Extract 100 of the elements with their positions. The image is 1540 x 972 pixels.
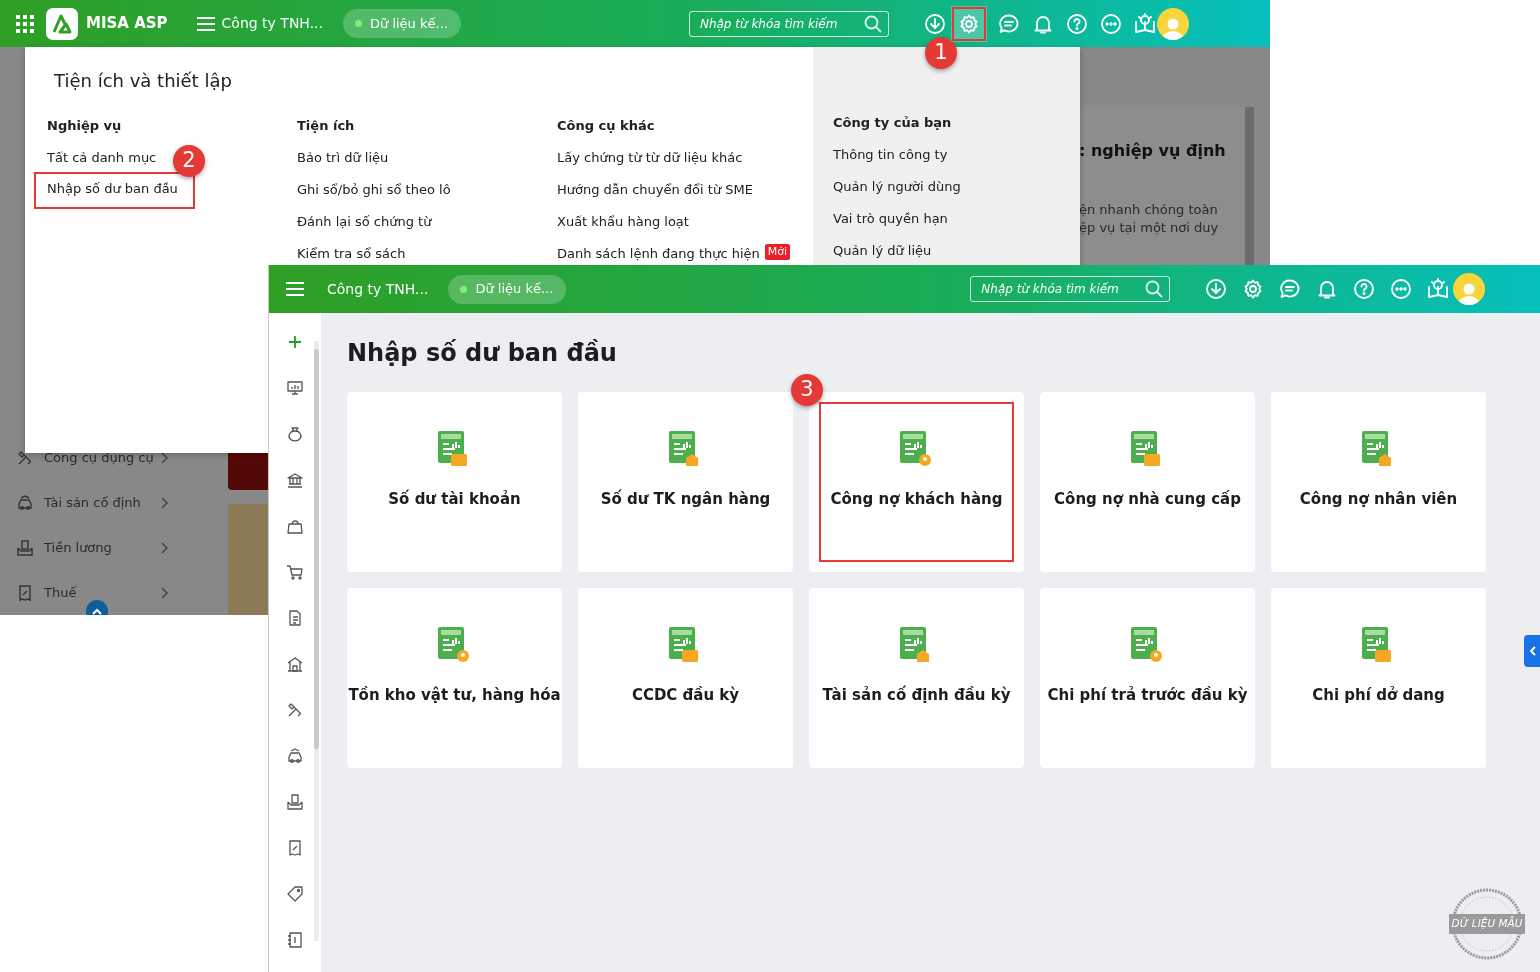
option-card[interactable]: Tồn kho vật tư, hàng hóa	[347, 587, 562, 768]
new-badge: Mới	[764, 244, 791, 260]
add-icon[interactable]	[286, 333, 304, 351]
more-button[interactable]	[1389, 277, 1414, 301]
menu-link[interactable]: Thông tin công ty	[833, 145, 948, 165]
menu-link[interactable]: Lấy chứng từ từ dữ liệu khác	[557, 148, 743, 168]
document-icon[interactable]	[286, 609, 304, 627]
option-card[interactable]: Công nợ nhân viên	[1271, 391, 1486, 572]
chevron-right-icon	[160, 496, 168, 509]
settings-button[interactable]	[950, 5, 987, 42]
search-field[interactable]: Nhập từ khóa tìm kiếm	[688, 10, 889, 37]
help-icon	[1353, 278, 1376, 300]
column-heading: Nghiệp vụ	[47, 117, 123, 135]
menu-link[interactable]: Quản lý dữ liệu	[833, 241, 932, 261]
menu-link[interactable]: Bảo trì dữ liệu	[297, 148, 389, 168]
menu-link[interactable]: Danh sách lệnh đang thực hiện	[557, 244, 760, 264]
lightbulb-book-button[interactable]	[1132, 11, 1157, 36]
card-label: Công nợ nhà cung cấp	[1054, 488, 1241, 510]
menu-icon[interactable]	[195, 15, 216, 32]
menu-link[interactable]: Tất cả danh mục	[47, 148, 157, 168]
card-title: : nghiệp vụ định	[1079, 140, 1227, 162]
receipt-icon[interactable]	[286, 839, 304, 857]
chat-icon	[997, 12, 1020, 35]
download-icon	[923, 12, 946, 35]
option-card[interactable]: Công nợ nhà cung cấp	[1040, 391, 1255, 572]
shopping-bag-icon[interactable]	[286, 517, 304, 535]
card-label: CCDC đầu kỳ	[631, 684, 740, 706]
option-card[interactable]: Chi phí dở dang	[1271, 587, 1486, 768]
card-label: Số dư tài khoản	[388, 488, 521, 510]
card-text: ệp vụ tại một nơi duy	[1079, 219, 1220, 237]
card-label: Số dư TK ngân hàng	[600, 488, 771, 510]
menu-link[interactable]: Hướng dẫn chuyển đổi từ SME	[557, 180, 753, 200]
more-icon	[1390, 278, 1413, 300]
card-label: Công nợ khách hàng	[830, 488, 1003, 510]
option-card[interactable]: Tài sản cố định đầu kỳ	[809, 587, 1024, 768]
chevron-left-icon	[1528, 646, 1536, 656]
avatar[interactable]	[1156, 7, 1189, 40]
download-icon	[1205, 278, 1228, 300]
cart-icon[interactable]	[286, 563, 304, 581]
help-button[interactable]	[1064, 11, 1089, 36]
column-heading: Công cụ khác	[557, 117, 656, 135]
lightbulb-book-button[interactable]	[1426, 277, 1451, 301]
more-button[interactable]	[1098, 11, 1123, 36]
sidebar-item[interactable]: Tiền lương	[0, 525, 190, 570]
card-text: ện nhanh chóng toàn	[1079, 201, 1219, 219]
tools-icon[interactable]	[286, 701, 304, 719]
card-label: Chi phí dở dang	[1312, 684, 1445, 706]
chat-icon	[1279, 278, 1302, 300]
option-card[interactable]: CCDC đầu kỳ	[578, 587, 793, 768]
money-bag-icon[interactable]	[286, 425, 304, 443]
column-heading: Công ty của bạn	[833, 114, 953, 132]
menu-link[interactable]: Xuất khẩu hàng loạt	[557, 212, 689, 232]
menu-icon[interactable]	[285, 281, 305, 297]
sidebar-item[interactable]: Thuế	[0, 570, 190, 615]
menu-link[interactable]: Kiểm tra sổ sách	[297, 244, 406, 264]
option-card[interactable]: Số dư tài khoản	[347, 391, 562, 572]
menu-link[interactable]: Quản lý người dùng	[833, 177, 961, 197]
tag-icon[interactable]	[286, 885, 304, 903]
bank-icon[interactable]	[286, 471, 304, 489]
chevron-up-icon	[92, 607, 102, 615]
menu-title: Tiện ích và thiết lập	[54, 69, 233, 93]
search-icon[interactable]	[863, 14, 882, 33]
menu-link[interactable]: Vai trò quyền hạn	[833, 209, 948, 229]
sidebar-item[interactable]: Công cụ dụng cụ	[0, 435, 190, 480]
app-name: MISA ASP	[86, 13, 168, 35]
collapse-tab[interactable]	[1524, 635, 1540, 667]
lightbulb-book-icon	[1427, 278, 1450, 300]
sidebar-item[interactable]: Tài sản cố định	[0, 480, 190, 525]
menu-link[interactable]: Đánh lại số chứng từ	[297, 212, 432, 232]
logo-icon	[46, 7, 78, 40]
card-label: Công nợ nhân viên	[1299, 488, 1458, 510]
card-label: Chi phí trả trước đầu kỳ	[1047, 684, 1248, 706]
option-card[interactable]: Số dư TK ngân hàng	[578, 391, 793, 572]
payroll-icon	[16, 538, 34, 557]
card-label: Tồn kho vật tư, hàng hóa	[348, 684, 561, 706]
chevron-right-icon	[160, 451, 168, 464]
search-field[interactable]: Nhập từ khóa tìm kiếm	[970, 276, 1171, 302]
more-icon	[1099, 12, 1122, 35]
notebook-icon[interactable]	[286, 931, 304, 949]
search-icon[interactable]	[1145, 280, 1164, 298]
car-icon[interactable]	[286, 747, 304, 765]
help-button[interactable]	[1352, 277, 1377, 301]
menu-link[interactable]: Ghi sổ/bỏ ghi sổ theo lô	[297, 180, 451, 200]
payroll-icon[interactable]	[286, 793, 304, 811]
car-icon	[16, 493, 34, 512]
help-icon	[1065, 12, 1088, 35]
chevron-right-icon	[160, 541, 168, 554]
option-card[interactable]: Chi phí trả trước đầu kỳ	[1040, 587, 1255, 768]
card-label: Tài sản cố định đầu kỳ	[822, 684, 1011, 706]
page-title: Nhập số dư ban đầu	[347, 339, 618, 368]
download-button[interactable]	[922, 11, 947, 36]
apps-icon[interactable]	[16, 14, 34, 33]
warehouse-icon[interactable]	[286, 655, 304, 673]
avatar[interactable]	[1453, 273, 1486, 305]
lightbulb-book-icon	[1133, 12, 1156, 35]
menu-link[interactable]: Nhập số dư ban đầu	[36, 174, 193, 207]
monitor-icon[interactable]	[286, 379, 304, 397]
column-heading: Tiện ích	[297, 117, 356, 135]
stamp-text: DỮ LIỆU MẪU	[1448, 914, 1526, 934]
download-button[interactable]	[1204, 277, 1229, 301]
